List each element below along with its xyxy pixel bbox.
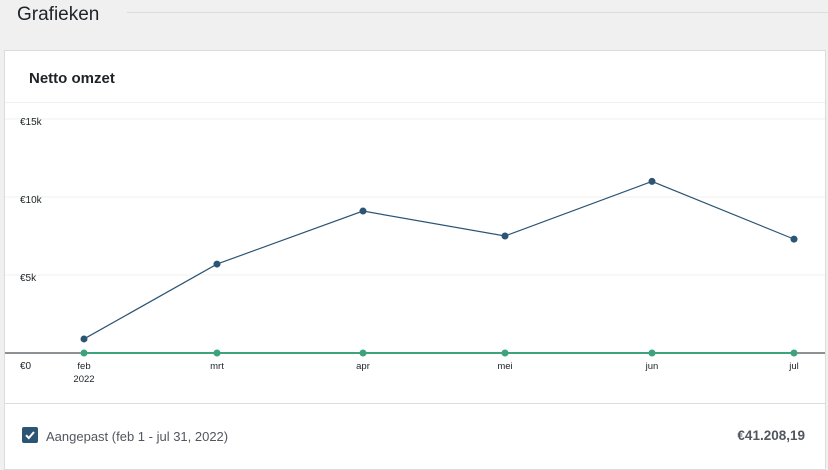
chart-card: Netto omzet €0 €5k €10k €15k feb 2022 mrt apr m… [4, 50, 826, 470]
data-point[interactable] [648, 177, 656, 185]
series-line-0 [83, 180, 795, 340]
x-tick-label: jun [645, 361, 659, 372]
checkmark-icon [25, 431, 35, 440]
data-point[interactable] [359, 349, 367, 357]
data-point[interactable] [80, 349, 88, 357]
data-point[interactable] [213, 260, 221, 268]
x-tick-label: apr [356, 361, 370, 372]
x-tick-label: mei [497, 361, 512, 372]
x-tick-label: feb [77, 361, 90, 372]
legend-divider [5, 403, 825, 404]
y-tick-label: €5k [20, 273, 37, 284]
data-point[interactable] [213, 349, 221, 357]
x-tick-label: jul [788, 361, 799, 372]
data-point[interactable] [359, 207, 367, 215]
y-tick-label: €15k [20, 117, 43, 128]
data-point[interactable] [80, 335, 88, 343]
net-revenue-line-chart: €0 €5k €10k €15k feb 2022 mrt apr mei jun jul [5, 117, 825, 385]
data-point[interactable] [790, 349, 798, 357]
data-point[interactable] [790, 235, 798, 243]
x-tick-label: mrt [210, 361, 224, 372]
section-divider [127, 12, 828, 13]
x-tick-sublabel: 2022 [73, 374, 94, 385]
series-toggle-checkbox[interactable] [22, 427, 38, 443]
data-point[interactable] [501, 349, 509, 357]
section-title: Grafieken [17, 4, 100, 25]
series-total-value: €41.208,19 [737, 428, 805, 443]
y-tick-label: €0 [20, 361, 32, 372]
y-tick-label: €10k [20, 195, 43, 206]
data-point[interactable] [648, 349, 656, 357]
data-point[interactable] [501, 232, 509, 240]
series-legend-label[interactable]: Aangepast (feb 1 - jul 31, 2022) [46, 429, 228, 444]
